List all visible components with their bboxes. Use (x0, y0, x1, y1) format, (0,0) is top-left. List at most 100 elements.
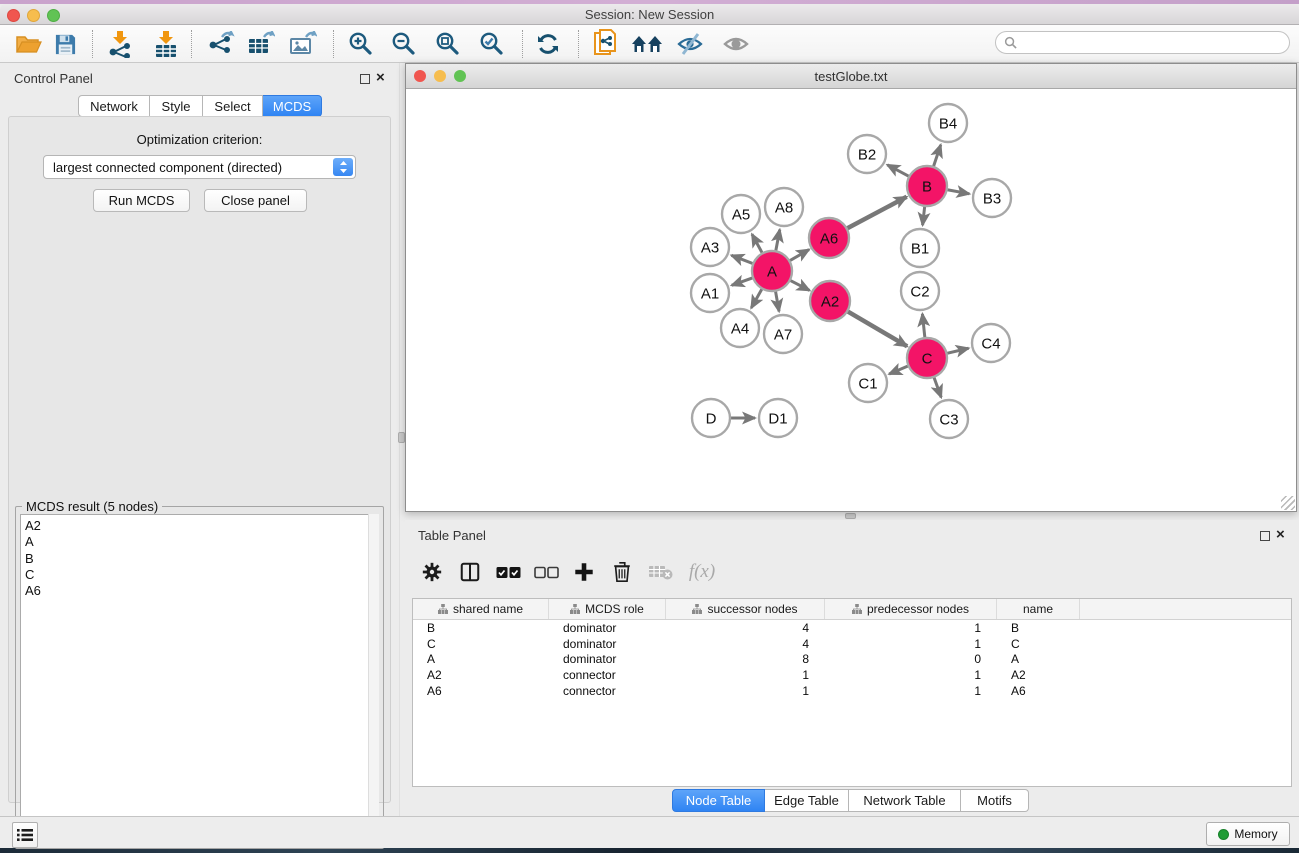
table-cell[interactable]: 1 (666, 668, 825, 682)
table-settings-button[interactable] (413, 555, 451, 589)
graph-edge-C-C4[interactable] (946, 348, 968, 353)
graph-edge-A-A8[interactable] (776, 230, 780, 252)
table-cell[interactable]: A6 (413, 684, 549, 698)
memory-button[interactable]: Memory (1206, 822, 1290, 846)
table-cell[interactable]: 1 (666, 684, 825, 698)
graph-node-B2[interactable]: B2 (848, 135, 886, 173)
mcds-result-item[interactable]: A2 (25, 518, 378, 534)
graph-node-C1[interactable]: C1 (849, 364, 887, 402)
graph-node-A3[interactable]: A3 (691, 228, 729, 266)
table-cell[interactable]: dominator (549, 621, 666, 635)
table-cell[interactable]: A2 (413, 668, 549, 682)
column-header-name[interactable]: name (997, 599, 1080, 619)
graph-node-B3[interactable]: B3 (973, 179, 1011, 217)
column-header-successor-nodes[interactable]: successor nodes (666, 599, 825, 619)
table-cell[interactable]: A (997, 652, 1080, 666)
delete-columns-button[interactable] (603, 555, 641, 589)
table-cell[interactable]: 1 (825, 621, 997, 635)
table-cell[interactable]: C (413, 637, 549, 651)
mcds-result-item[interactable]: A (25, 534, 378, 550)
mcds-result-item[interactable]: C (25, 567, 378, 583)
graph-edge-A-A7[interactable] (775, 291, 779, 312)
vertical-splitter-grip[interactable] (398, 432, 405, 443)
criterion-select[interactable]: largest connected component (directed) (43, 155, 356, 179)
table-cell[interactable]: B (413, 621, 549, 635)
graph-node-A6[interactable]: A6 (809, 218, 849, 258)
table-row[interactable]: A2connector11A2 (413, 667, 1291, 683)
deselect-all-button[interactable] (527, 555, 565, 589)
graph-node-A8[interactable]: A8 (765, 188, 803, 226)
table-cell[interactable]: 0 (825, 652, 997, 666)
import-table-button[interactable] (147, 28, 185, 60)
graph-node-A2[interactable]: A2 (810, 281, 850, 321)
close-panel-icon[interactable]: × (376, 69, 385, 86)
graph-node-A[interactable]: A (752, 251, 792, 291)
graph-edge-A-A6[interactable] (789, 250, 809, 261)
graph-node-B[interactable]: B (907, 166, 947, 206)
graph-node-B4[interactable]: B4 (929, 104, 967, 142)
search-field[interactable] (995, 31, 1290, 54)
table-cell[interactable]: 1 (825, 637, 997, 651)
export-network-button[interactable] (203, 28, 241, 60)
table-cell[interactable]: dominator (549, 637, 666, 651)
search-input[interactable] (1021, 36, 1289, 50)
graph-node-A4[interactable]: A4 (721, 309, 759, 347)
graph-edge-C-C2[interactable] (922, 314, 925, 338)
result-scrollbar[interactable] (368, 514, 379, 844)
export-image-button[interactable] (284, 28, 322, 60)
table-cell[interactable]: 1 (825, 684, 997, 698)
tab-node-table[interactable]: Node Table (672, 789, 765, 812)
save-session-button[interactable] (46, 28, 84, 60)
tab-style[interactable]: Style (150, 95, 203, 117)
tab-mcds[interactable]: MCDS (263, 95, 322, 117)
zoom-in-button[interactable] (342, 28, 380, 60)
table-row[interactable]: A6connector11A6 (413, 683, 1291, 699)
mcds-result-item[interactable]: B (25, 551, 378, 567)
table-row[interactable]: Adominator80A (413, 652, 1291, 668)
zoom-selected-button[interactable] (473, 28, 511, 60)
table-cell[interactable]: 4 (666, 621, 825, 635)
graph-edge-C-C3[interactable] (934, 377, 941, 398)
graph-node-D1[interactable]: D1 (759, 399, 797, 437)
graph-node-B1[interactable]: B1 (901, 229, 939, 267)
table-cell[interactable]: B (997, 621, 1080, 635)
table-cell[interactable]: 8 (666, 652, 825, 666)
show-columns-button[interactable] (451, 555, 489, 589)
graph-edge-B-B1[interactable] (923, 206, 925, 225)
graph-node-A1[interactable]: A1 (691, 274, 729, 312)
graph-edge-A-A1[interactable] (732, 278, 753, 286)
show-panels-button[interactable] (12, 822, 38, 848)
table-cell[interactable]: A (413, 652, 549, 666)
mcds-result-item[interactable]: A6 (25, 583, 378, 599)
network-canvas[interactable]: B4B2BB3A8A5A6A3B1AC2A1A2A4A7C4CC1C3DD1 (406, 89, 1296, 511)
first-neighbors-button[interactable] (628, 28, 666, 60)
table-cell[interactable]: A2 (997, 668, 1080, 682)
graph-edge-B-B4[interactable] (933, 145, 940, 167)
run-mcds-button[interactable]: Run MCDS (93, 189, 190, 212)
import-network-button[interactable] (101, 28, 139, 60)
graph-edge-A-A2[interactable] (790, 280, 810, 290)
hide-selected-button[interactable] (671, 28, 709, 60)
table-cell[interactable]: 1 (825, 668, 997, 682)
graph-edge-C-C1[interactable] (889, 366, 908, 374)
zoom-out-button[interactable] (385, 28, 423, 60)
close-panel-button[interactable]: Close panel (204, 189, 307, 212)
graph-node-C[interactable]: C (907, 338, 947, 378)
add-column-button[interactable] (565, 555, 603, 589)
export-table-button[interactable] (242, 28, 280, 60)
graph-node-D[interactable]: D (692, 399, 730, 437)
tab-select[interactable]: Select (203, 95, 263, 117)
column-header-predecessor-nodes[interactable]: predecessor nodes (825, 599, 997, 619)
graph-node-A7[interactable]: A7 (764, 315, 802, 353)
graph-edge-A-A4[interactable] (751, 288, 762, 308)
float-table-panel-icon[interactable] (1260, 531, 1270, 541)
table-cell[interactable]: connector (549, 684, 666, 698)
table-cell[interactable]: C (997, 637, 1080, 651)
close-table-panel-icon[interactable]: × (1276, 526, 1285, 543)
zoom-fit-button[interactable] (429, 28, 467, 60)
graph-node-C3[interactable]: C3 (930, 400, 968, 438)
refresh-button[interactable] (529, 28, 567, 60)
table-cell[interactable]: A6 (997, 684, 1080, 698)
function-builder-button[interactable]: f(x) (679, 555, 725, 589)
open-session-button[interactable] (10, 28, 48, 60)
